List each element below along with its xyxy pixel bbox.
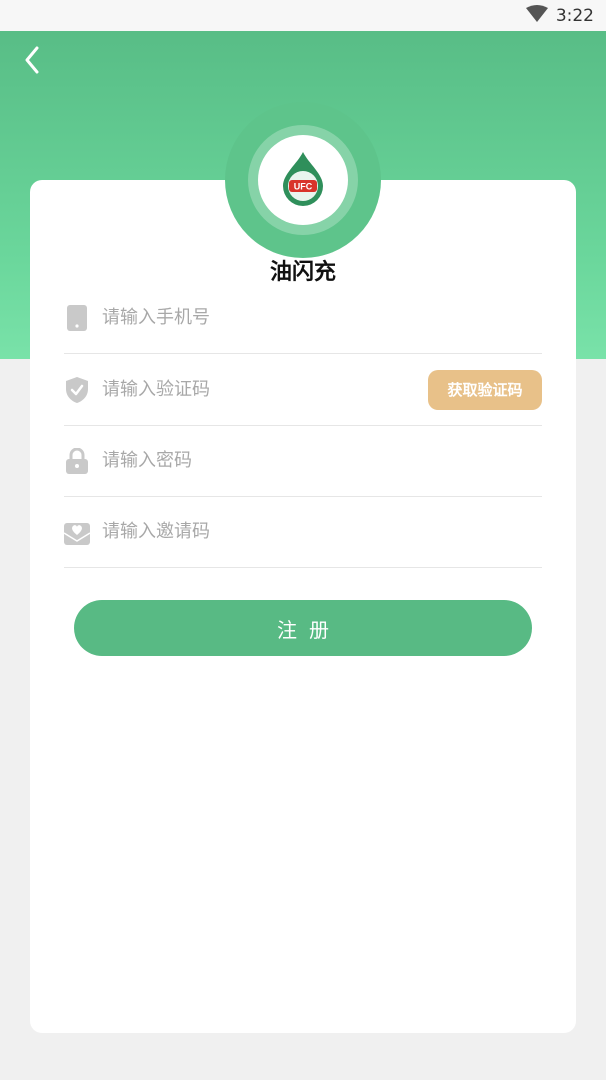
- drop-logo-icon: UFC: [279, 150, 327, 210]
- envelope-heart-icon: [64, 519, 90, 545]
- invite-input[interactable]: [102, 496, 442, 567]
- app-logo: UFC: [258, 135, 348, 225]
- status-time: 3:22: [555, 6, 594, 26]
- shield-check-icon: [64, 376, 90, 403]
- chevron-left-icon: [24, 46, 40, 78]
- password-input[interactable]: [102, 425, 442, 496]
- phone-field: [64, 282, 542, 354]
- code-field: 获取验证码: [64, 354, 542, 426]
- get-code-button[interactable]: 获取验证码: [428, 369, 542, 410]
- status-right: 3:22: [525, 4, 594, 28]
- password-field: [64, 425, 542, 497]
- wifi-icon: [525, 4, 548, 28]
- code-input[interactable]: [102, 354, 442, 425]
- back-button[interactable]: [16, 46, 48, 78]
- phone-input[interactable]: [102, 282, 442, 353]
- phone-icon: [64, 304, 90, 331]
- register-button[interactable]: 注册: [74, 600, 532, 656]
- status-bar: 3:22: [0, 0, 606, 31]
- lock-icon: [64, 447, 90, 474]
- invite-field: [64, 496, 542, 568]
- logo-text: UFC: [294, 182, 313, 192]
